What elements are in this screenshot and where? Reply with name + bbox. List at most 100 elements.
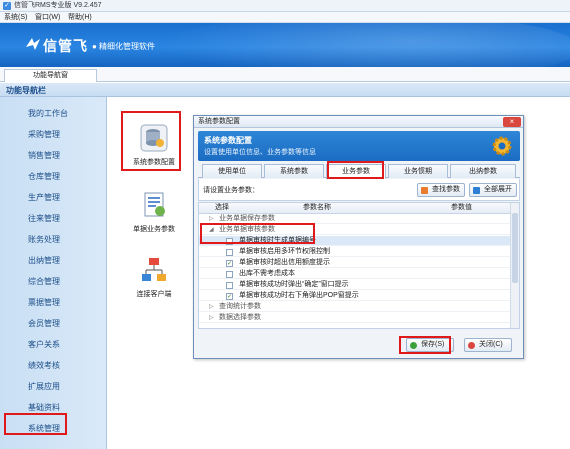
sidebar: 我的工作台 采购管理 销售管理 仓库管理 生产管理 往来管理 账务处理 出纳管理… <box>0 97 107 449</box>
tab-business-period[interactable]: 业务惯期 <box>388 164 448 178</box>
param-group-row[interactable]: ◢ 业务单据审核参数 <box>199 225 511 235</box>
window-titlebar: ✓ 信管飞RMS专业版 V9.2.457 <box>0 0 570 12</box>
tab-function-nav[interactable]: 功能导航窗 <box>4 69 97 82</box>
sidebar-item-accounts[interactable]: 往来管理 <box>0 209 107 229</box>
close-circle-icon <box>468 342 475 349</box>
system-params-dialog: 系统参数配置 × 系统参数配置 设置使用单位信息、业务参数等信息 使用单位 系统… <box>193 115 524 359</box>
menu-window[interactable]: 窗口(W) <box>35 12 60 23</box>
sidebar-item-purchase[interactable]: 采购管理 <box>0 125 107 145</box>
expand-icon <box>473 187 480 194</box>
param-item-row[interactable]: 单据审核成功时弹出“确定”窗口提示 <box>199 280 511 290</box>
expand-arrow-icon[interactable]: ▷ <box>209 214 214 224</box>
sidebar-item-crm[interactable]: 客户关系 <box>0 335 107 355</box>
brand-slogan: ● 精细化管理软件 <box>92 42 156 51</box>
params-grid: 选择 参数名称 参数值 ▷ 业务单据保存参数 ◢ 业务单据审核参数单据审核时生成单据编… <box>198 202 520 329</box>
param-item-label: 单据审核启用多环节权限控制 <box>239 248 330 255</box>
window-title: 信管飞RMS专业版 V9.2.457 <box>14 2 102 9</box>
sidebar-item-sales[interactable]: 销售管理 <box>0 146 107 166</box>
param-item-label: 出库不需考虑成本 <box>239 270 295 277</box>
func-doc-params[interactable]: 单据业务参数 <box>124 190 184 235</box>
func-doc-params-label: 单据业务参数 <box>133 226 175 233</box>
sidebar-item-workbench[interactable]: 我的工作台 <box>0 104 107 124</box>
dialog-footer: 保存(S) 关闭(C) <box>198 331 520 356</box>
param-item-label: 单据审核成功时右下角弹出POP窗提示 <box>239 292 359 299</box>
dialog-tabs: 使用单位 系统参数 业务参数 业务惯期 出纳参数 <box>198 164 520 179</box>
param-item-row[interactable]: ✓ 单据审核时超出信用额度提示 <box>199 258 511 268</box>
param-group-row[interactable]: ▷ 数据选择参数 <box>199 313 511 323</box>
tab-business-params[interactable]: 业务参数 <box>326 164 386 179</box>
param-group-label: 业务单据审核参数 <box>219 226 275 233</box>
banner-decoration <box>160 23 570 67</box>
col-param-value: 参数值 <box>451 204 472 211</box>
param-checkbox[interactable] <box>226 249 233 256</box>
sidebar-item-extensions[interactable]: 扩展应用 <box>0 377 107 397</box>
sidebar-item-cashier[interactable]: 出纳管理 <box>0 251 107 271</box>
save-button[interactable]: 保存(S) <box>406 338 454 352</box>
database-settings-icon <box>140 124 168 152</box>
dialog-header-desc: 设置使用单位信息、业务参数等信息 <box>204 149 316 156</box>
sidebar-item-performance[interactable]: 绩效考核 <box>0 356 107 376</box>
sidebar-item-basics[interactable]: 基础资料 <box>0 398 107 418</box>
param-group-label: 业务单据保存参数 <box>219 215 275 222</box>
brand-name: 信管飞 <box>43 38 88 54</box>
func-connect-client-label: 连接客户端 <box>136 291 172 298</box>
menu-help[interactable]: 帮助(H) <box>68 12 92 23</box>
param-item-row[interactable]: ✓ 单据审核成功时右下角弹出POP窗提示 <box>199 291 511 301</box>
param-item-row[interactable]: 单据审核时生成单据编号 <box>199 236 511 246</box>
brand-logo-icon <box>26 38 40 50</box>
params-prompt: 请设置业务参数： <box>203 187 259 194</box>
menu-system[interactable]: 系统(S) <box>4 12 27 23</box>
param-item-label: 单据审核成功时弹出“确定”窗口提示 <box>239 281 349 288</box>
param-checkbox[interactable] <box>226 282 233 289</box>
close-icon[interactable]: × <box>503 117 521 127</box>
grid-scroll-thumb[interactable] <box>512 213 518 283</box>
find-params-button[interactable]: 查找参数 <box>417 183 465 197</box>
menubar: 系统(S) 窗口(W) 帮助(H) <box>0 12 570 23</box>
param-item-label: 单据审核时生成单据编号 <box>239 237 316 244</box>
param-group-row[interactable]: ▷ 查询统计参数 <box>199 302 511 312</box>
param-group-row[interactable]: ▷ 业务单据保存参数 <box>199 214 511 224</box>
expand-arrow-icon[interactable]: ▷ <box>209 302 214 312</box>
param-group-label: 查询统计参数 <box>219 303 261 310</box>
param-checkbox[interactable]: ✓ <box>226 293 233 300</box>
sidebar-item-system[interactable]: 系统管理 <box>0 419 107 439</box>
nav-header: 功能导航栏 <box>0 83 570 97</box>
param-group-label: 数据选择参数 <box>219 314 261 321</box>
func-system-params-label: 系统参数配置 <box>133 159 175 166</box>
func-connect-client[interactable]: 连接客户端 <box>124 255 184 300</box>
collapse-icon[interactable]: ◢ <box>209 225 214 235</box>
sidebar-item-member[interactable]: 会员管理 <box>0 314 107 334</box>
dialog-options-bar: 请设置业务参数： 查找参数 全部展开 <box>198 179 520 201</box>
network-icon <box>142 258 166 281</box>
expand-arrow-icon[interactable]: ▷ <box>209 313 214 323</box>
sidebar-item-production[interactable]: 生产管理 <box>0 188 107 208</box>
tab-org-unit[interactable]: 使用单位 <box>202 164 262 178</box>
param-item-label: 单据审核时超出信用额度提示 <box>239 259 330 266</box>
expand-all-button[interactable]: 全部展开 <box>469 183 517 197</box>
func-system-params[interactable]: 系统参数配置 <box>124 123 184 168</box>
dialog-title: 系统参数配置 <box>198 118 240 125</box>
param-checkbox[interactable] <box>226 238 233 245</box>
sidebar-item-bookkeeping[interactable]: 账务处理 <box>0 230 107 250</box>
grid-scrollbar[interactable] <box>510 203 519 328</box>
document-settings-icon <box>144 192 165 217</box>
tab-system-params[interactable]: 系统参数 <box>264 164 324 178</box>
col-select: 选择 <box>215 204 229 211</box>
param-checkbox[interactable]: ✓ <box>226 260 233 267</box>
expand-all-label: 全部展开 <box>484 186 512 193</box>
app-icon: ✓ <box>3 2 11 10</box>
close-button[interactable]: 关闭(C) <box>464 338 512 352</box>
sidebar-item-invoice[interactable]: 票据管理 <box>0 293 107 313</box>
param-checkbox[interactable] <box>226 271 233 278</box>
grid-header: 选择 参数名称 参数值 <box>199 203 511 214</box>
app-banner: 信管飞 ● 精细化管理软件 <box>0 23 570 67</box>
param-item-row[interactable]: 出库不需考虑成本 <box>199 269 511 279</box>
dialog-header: 系统参数配置 设置使用单位信息、业务参数等信息 <box>198 131 520 161</box>
tab-cashier-params[interactable]: 出纳参数 <box>450 164 516 178</box>
nav-header-label: 功能导航栏 <box>6 86 46 95</box>
find-icon <box>421 187 428 194</box>
sidebar-item-warehouse[interactable]: 仓库管理 <box>0 167 107 187</box>
param-item-row[interactable]: 单据审核启用多环节权限控制 <box>199 247 511 257</box>
dialog-header-title: 系统参数配置 <box>204 136 252 145</box>
sidebar-item-general[interactable]: 综合管理 <box>0 272 107 292</box>
